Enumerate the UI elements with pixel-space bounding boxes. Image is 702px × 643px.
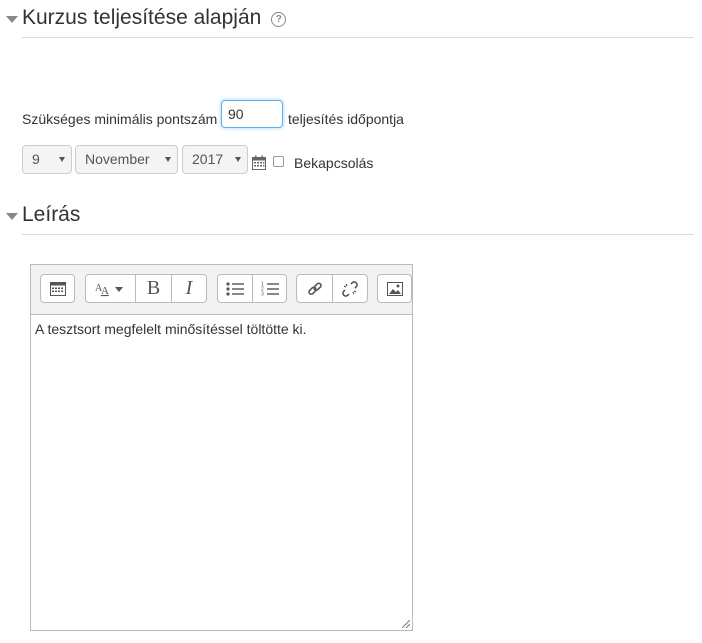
- enable-date-label: Bekapcsolás: [294, 155, 374, 171]
- day-value: 9: [32, 151, 40, 167]
- help-icon[interactable]: ?: [271, 12, 287, 27]
- section-header-description[interactable]: Leírás: [0, 203, 80, 227]
- unlink-icon: [342, 280, 358, 297]
- resize-handle-icon[interactable]: [402, 620, 410, 628]
- toolbar-group-links: [296, 274, 368, 303]
- section-title-description: Leírás: [22, 203, 81, 226]
- section-header-completion[interactable]: Kurzus teljesítése alapján ?: [0, 6, 287, 30]
- chevron-down-icon: [59, 157, 65, 162]
- svg-text:A: A: [101, 285, 109, 297]
- editor-toolbar: A A B I 123: [31, 265, 412, 315]
- collapse-caret-icon[interactable]: [6, 212, 18, 220]
- link-icon: [307, 281, 322, 295]
- rich-text-editor[interactable]: A A B I 123 A tesztsort megfelelt minősí…: [30, 264, 413, 631]
- toolbar-group-media: [377, 274, 412, 303]
- month-select[interactable]: November: [75, 145, 178, 174]
- collapse-caret-icon[interactable]: [6, 15, 18, 23]
- image-icon: [386, 281, 403, 296]
- min-grade-input[interactable]: [221, 100, 283, 128]
- month-value: November: [85, 151, 150, 167]
- bold-button[interactable]: B: [136, 275, 172, 302]
- svg-text:3: 3: [261, 291, 264, 297]
- unordered-list-button[interactable]: [218, 275, 253, 302]
- chevron-down-icon: [165, 157, 171, 162]
- italic-button[interactable]: I: [172, 275, 206, 302]
- day-select[interactable]: 9: [22, 145, 72, 174]
- numbered-list-icon: 123: [261, 281, 279, 297]
- keyboard-icon: [49, 281, 66, 296]
- enable-date-checkbox[interactable]: [273, 156, 284, 167]
- section-title-completion: Kurzus teljesítése alapján: [22, 6, 262, 29]
- unlink-button[interactable]: [333, 275, 367, 302]
- toolbar-toggle-button[interactable]: [41, 275, 74, 302]
- link-button[interactable]: [297, 275, 333, 302]
- section-divider: [22, 37, 694, 38]
- ordered-list-button[interactable]: 123: [253, 275, 286, 302]
- toolbar-group-lists: 123: [217, 274, 287, 303]
- year-value: 2017: [192, 151, 224, 167]
- toolbar-group-toggle: [40, 274, 75, 303]
- insert-image-button[interactable]: [378, 275, 411, 302]
- section-divider: [22, 234, 694, 235]
- chevron-down-icon: [235, 157, 241, 162]
- editor-content[interactable]: A tesztsort megfelelt minősítéssel töltö…: [35, 321, 405, 337]
- completion-date-label: teljesítés időpontja: [288, 111, 404, 127]
- paragraph-style-button[interactable]: A A: [86, 275, 136, 302]
- min-grade-label: Szükséges minimális pontszám: [22, 111, 218, 127]
- bullet-list-icon: [226, 281, 244, 296]
- year-select[interactable]: 2017: [182, 145, 248, 174]
- toolbar-group-format: A A B I: [85, 274, 207, 303]
- font-style-icon: A A: [95, 283, 123, 297]
- calendar-icon[interactable]: [252, 155, 266, 170]
